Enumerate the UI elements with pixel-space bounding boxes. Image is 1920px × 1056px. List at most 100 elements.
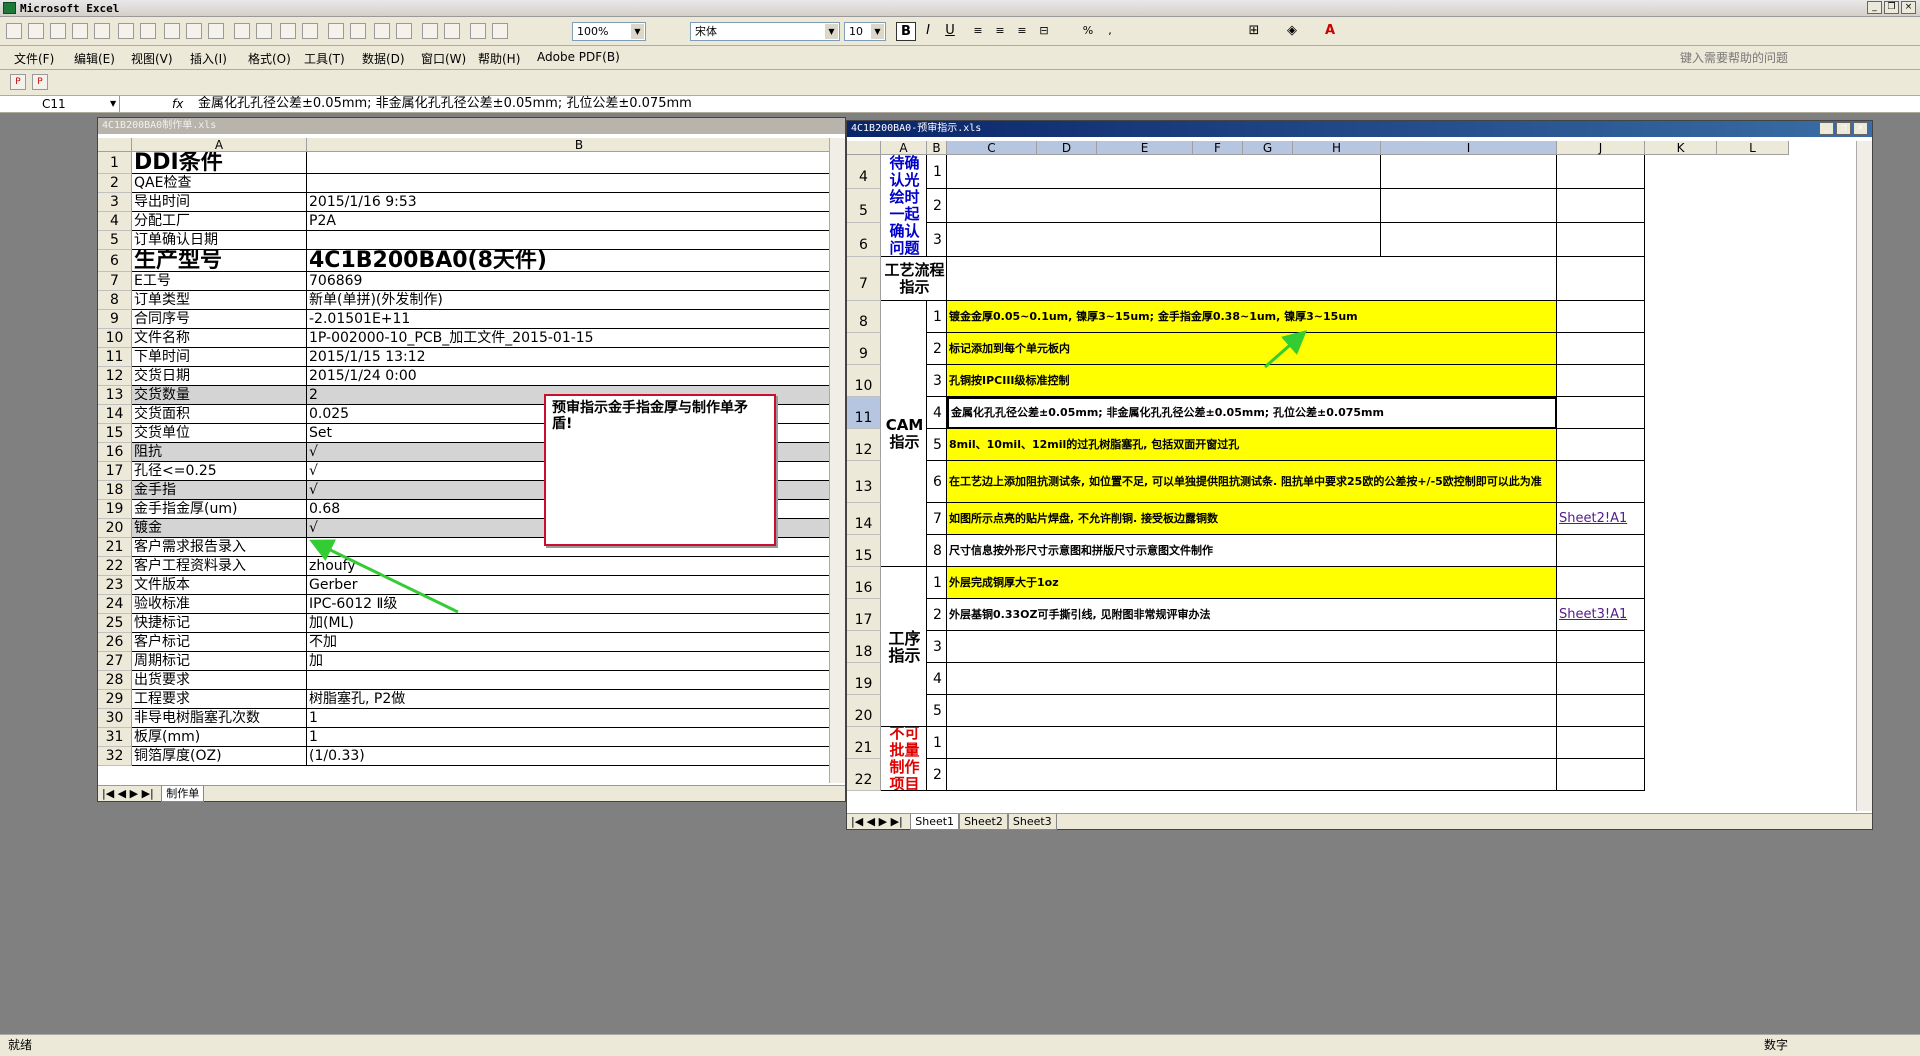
cell-a[interactable]: 导出时间	[132, 193, 307, 212]
cell-b[interactable]: -2.01501E+11	[307, 310, 836, 329]
cell-b[interactable]	[307, 174, 836, 193]
cell-b[interactable]: 7	[927, 503, 947, 535]
cell-i[interactable]	[1381, 155, 1557, 189]
cell-c[interactable]: 标记添加到每个单元板内	[947, 333, 1557, 365]
cell-a[interactable]: 文件名称	[132, 329, 307, 348]
row-header[interactable]: 25	[98, 614, 132, 633]
cell-b[interactable]: 1	[307, 709, 836, 728]
row-header[interactable]: 21	[847, 727, 881, 759]
close-button[interactable]: ×	[1901, 1, 1916, 14]
menu-7[interactable]: 窗口(W)	[421, 50, 466, 67]
cell-a[interactable]: 交货面积	[132, 405, 307, 424]
cell-i[interactable]	[1381, 189, 1557, 223]
borders-icon[interactable]: ⊞	[1244, 22, 1264, 41]
row-header[interactable]: 14	[847, 503, 881, 535]
group-nobatch-label[interactable]: 不可批量制作项目	[881, 727, 927, 791]
cell-c[interactable]	[947, 155, 1381, 189]
cell-b[interactable]: 1P-002000-10_PCB_加工文件_2015-01-15	[307, 329, 836, 348]
row-header[interactable]: 24	[98, 595, 132, 614]
cell-b[interactable]: P2A	[307, 212, 836, 231]
cell-b[interactable]: 树脂塞孔, P2做	[307, 690, 836, 709]
cell-b[interactable]: 加	[307, 652, 836, 671]
pdf-mail-icon[interactable]: P	[32, 74, 48, 90]
cell-a[interactable]: 生产型号	[132, 250, 307, 272]
col-header-i[interactable]: I	[1381, 141, 1557, 155]
cell-c[interactable]: 外层基铜0.33OZ可手撕引线, 见附图非常规评审办法	[947, 599, 1557, 631]
row-header[interactable]: 19	[98, 500, 132, 519]
format-painter-icon[interactable]	[256, 23, 272, 39]
row-header[interactable]: 13	[847, 461, 881, 503]
row-header[interactable]: 8	[98, 291, 132, 310]
row-header[interactable]: 9	[847, 333, 881, 365]
menu-0[interactable]: 文件(F)	[14, 50, 54, 67]
cell-a[interactable]: 交货单位	[132, 424, 307, 443]
col-header-f[interactable]: F	[1193, 141, 1243, 155]
row-header[interactable]: 28	[98, 671, 132, 690]
row-header[interactable]: 16	[847, 567, 881, 599]
print-icon[interactable]	[94, 23, 110, 39]
cell-b[interactable]: 2015/1/16 9:53	[307, 193, 836, 212]
redo-icon[interactable]	[302, 23, 318, 39]
cell-b[interactable]: 706869	[307, 272, 836, 291]
cell-c[interactable]	[947, 631, 1557, 663]
copy-icon[interactable]	[208, 23, 224, 39]
comma-button[interactable]: ,	[1100, 22, 1120, 41]
tab-nav-icon[interactable]: |◀ ◀ ▶ ▶|	[98, 787, 158, 800]
name-box[interactable]: C11	[0, 96, 120, 112]
cell-b[interactable]: 1	[927, 567, 947, 599]
tab-nav-icon[interactable]: |◀ ◀ ▶ ▶|	[847, 815, 907, 828]
cell-a[interactable]: 工程要求	[132, 690, 307, 709]
vertical-scrollbar[interactable]	[1856, 141, 1872, 811]
cell-a[interactable]: E工号	[132, 272, 307, 291]
cell-c[interactable]: 尺寸信息按外形尺寸示意图和拼版尺寸示意图文件制作	[947, 535, 1557, 567]
cell-c[interactable]: 在工艺边上添加阻抗测试条, 如位置不足, 可以单独提供阻抗测试条. 阻抗单中要求…	[947, 461, 1557, 503]
percent-button[interactable]: %	[1078, 22, 1098, 41]
cell-a[interactable]: 板厚(mm)	[132, 728, 307, 747]
cell-b[interactable]: 3	[927, 365, 947, 397]
cell-b[interactable]: 8	[927, 535, 947, 567]
cell-j[interactable]	[1557, 663, 1645, 695]
tab-sheet2[interactable]: Sheet2	[959, 814, 1008, 830]
formula-content[interactable]: 金属化孔孔径公差±0.05mm; 非金属化孔孔径公差±0.05mm; 孔位公差±…	[198, 96, 692, 112]
row-header[interactable]: 21	[98, 538, 132, 557]
row-header[interactable]: 16	[98, 443, 132, 462]
cell-a[interactable]: DDI条件	[132, 152, 307, 174]
row-header[interactable]: 10	[847, 365, 881, 397]
col-header-a[interactable]: A	[132, 138, 307, 152]
cell-b[interactable]: zhoufy	[307, 557, 836, 576]
cell-a[interactable]: 客户标记	[132, 633, 307, 652]
row-header[interactable]: 26	[98, 633, 132, 652]
row-header[interactable]: 3	[98, 193, 132, 212]
cell-b[interactable]	[307, 231, 836, 250]
row-header[interactable]: 4	[847, 155, 881, 189]
cell-b[interactable]: 2	[927, 599, 947, 631]
group-proc-label[interactable]: 工序指示	[881, 567, 927, 727]
row-header[interactable]: 23	[98, 576, 132, 595]
cell-j[interactable]	[1557, 257, 1645, 301]
row-header[interactable]: 18	[98, 481, 132, 500]
cell-j[interactable]	[1557, 397, 1645, 429]
menu-4[interactable]: 格式(O)	[248, 50, 291, 67]
cell-b[interactable]	[307, 152, 836, 174]
cell-a[interactable]: 分配工厂	[132, 212, 307, 231]
cell-j[interactable]	[1557, 759, 1645, 791]
corner-select-all[interactable]	[98, 138, 132, 152]
restore-button[interactable]: ❐	[1884, 1, 1899, 14]
cell-b[interactable]: 1	[927, 301, 947, 333]
col-header-h[interactable]: H	[1293, 141, 1381, 155]
col-header-g[interactable]: G	[1243, 141, 1293, 155]
cell-b[interactable]: 2015/1/24 0:00	[307, 367, 836, 386]
cell-b[interactable]: Gerber	[307, 576, 836, 595]
font-name-combo[interactable]: 宋体 ▼	[690, 22, 840, 41]
cell-j[interactable]	[1557, 695, 1645, 727]
cell-b[interactable]: 4C1B200BA0(8天件)	[307, 250, 836, 272]
cell-c[interactable]: 镀金金厚0.05~0.1um, 镍厚3~15um; 金手指金厚0.38~1um,…	[947, 301, 1557, 333]
group-cam-label[interactable]: CAM指示	[881, 301, 927, 567]
cell-b[interactable]: 5	[927, 695, 947, 727]
cell-b[interactable]: 3	[927, 223, 947, 257]
open-icon[interactable]	[28, 23, 44, 39]
gear-icon[interactable]	[492, 23, 508, 39]
align-left-button[interactable]: ≡	[968, 22, 988, 41]
row-header[interactable]: 8	[847, 301, 881, 333]
cell-b[interactable]: 1	[307, 728, 836, 747]
